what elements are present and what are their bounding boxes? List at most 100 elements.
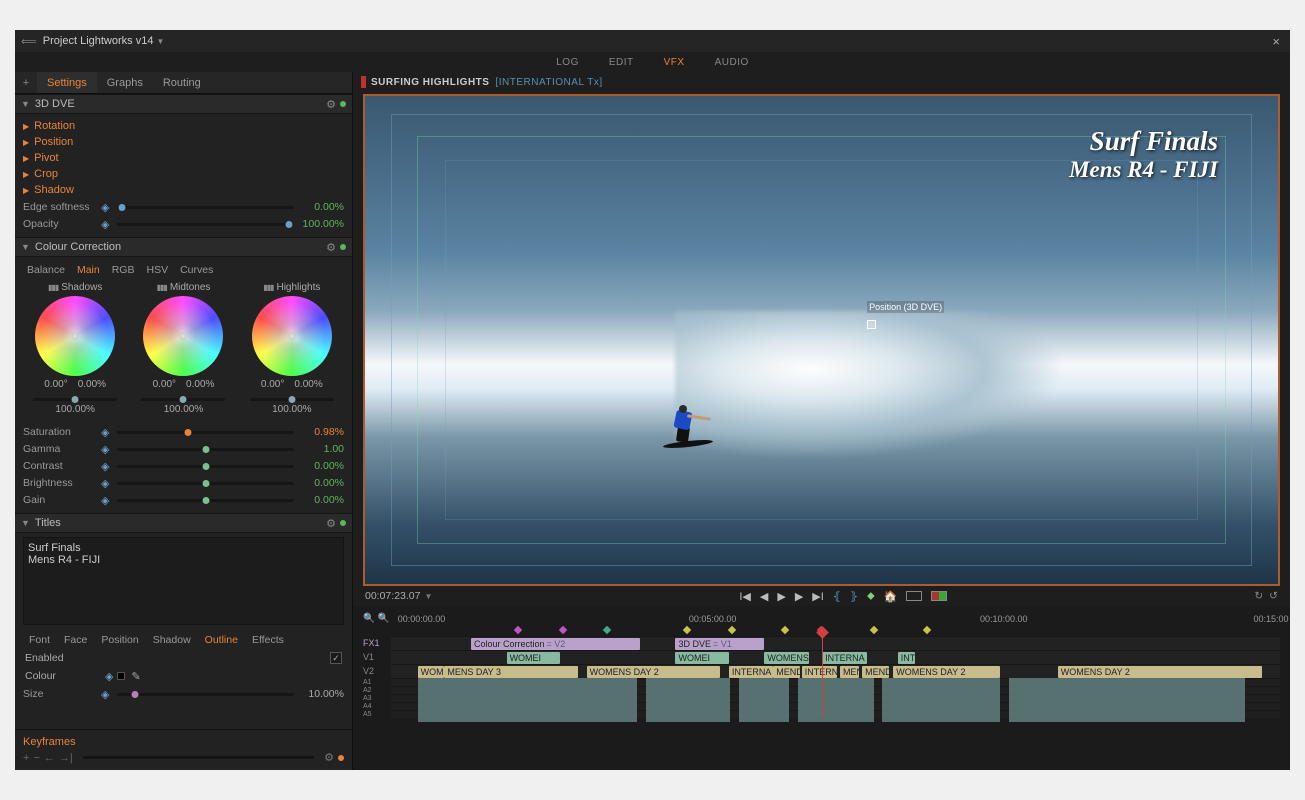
gear-icon[interactable]: ⚙ (326, 98, 336, 111)
clip[interactable]: WOMENS DAY 2 (587, 666, 720, 678)
panel-cc-header[interactable]: ▼ Colour Correction ⚙ (15, 237, 352, 257)
track-label-a5[interactable]: A5 (363, 710, 391, 718)
keyframe-track[interactable] (83, 756, 314, 759)
track-label-a2[interactable]: A2 (363, 686, 391, 694)
keyframe-icon[interactable]: ◈ (101, 443, 113, 456)
titles-tab-font[interactable]: Font (29, 634, 50, 646)
colour-wheel[interactable] (143, 296, 223, 376)
playhead[interactable] (822, 636, 823, 718)
step-fwd-icon[interactable]: ▶ (795, 590, 803, 603)
titles-tab-effects[interactable]: Effects (252, 634, 284, 646)
marker-icon[interactable]: ⬥ (867, 590, 875, 603)
enabled-dot[interactable] (340, 520, 346, 526)
clip[interactable]: WOMENS DAY 2 (893, 666, 1000, 678)
project-title[interactable]: Project Lightworks v14 (43, 35, 154, 47)
keyframe-icon[interactable]: ◈ (101, 460, 113, 473)
brightness-slider[interactable] (117, 482, 294, 485)
keyframe-icon[interactable]: ◈ (101, 688, 113, 701)
gain-slider[interactable] (250, 398, 334, 401)
dropdown-icon[interactable]: ▼ (424, 592, 432, 601)
clip[interactable]: INTERNA (802, 666, 838, 678)
goto-end-icon[interactable]: ▶I (812, 590, 824, 603)
back-icon[interactable]: ⟸ (21, 35, 37, 48)
enabled-dot[interactable] (340, 101, 346, 107)
panel-3d-dve-header[interactable]: ▼ 3D DVE ⚙ (15, 94, 352, 114)
cc-tab-curves[interactable]: Curves (180, 264, 213, 276)
keyframe-icon[interactable]: ◈ (105, 670, 113, 683)
titles-tab-outline[interactable]: Outline (205, 634, 238, 646)
loop-range-icon[interactable]: ↺ (1269, 590, 1278, 602)
step-back-icon[interactable]: ◀ (760, 590, 768, 603)
colour-swatch[interactable] (117, 672, 125, 680)
track-area[interactable]: Colour Correction= V2 3D DVE= V1 WOMEI WOM… (391, 636, 1280, 718)
clip[interactable]: INT (898, 652, 916, 664)
clip[interactable]: WOMENS (764, 652, 808, 664)
mark-out-icon[interactable]: ⦄ (850, 590, 858, 603)
tab-routing[interactable]: Routing (153, 72, 211, 93)
dve-rotation[interactable]: ▶Rotation (23, 118, 344, 134)
clip[interactable]: INTERNA (729, 666, 773, 678)
titles-text-input[interactable] (23, 537, 344, 625)
histogram-icon[interactable]: ▮▮▮ (48, 283, 58, 292)
clip[interactable]: WOMEI (675, 652, 728, 664)
clip[interactable]: MEND (773, 666, 800, 678)
clip[interactable]: Colour Correction= V2 (471, 638, 640, 650)
view-mode-1-icon[interactable] (906, 591, 922, 601)
track-label-fx1[interactable]: FX1 (363, 636, 391, 650)
clip[interactable]: 3D DVE= V1 (675, 638, 764, 650)
time-ruler[interactable]: 🔍 🔍 00:00:00.00 00:05:00.00 00:10:00.00 … (363, 610, 1280, 626)
titles-tab-face[interactable]: Face (64, 634, 87, 646)
title-overlay[interactable]: Surf Finals Mens R4 - FIJI (1069, 126, 1218, 183)
keyframe-icon[interactable]: ◈ (101, 494, 113, 507)
tab-settings[interactable]: Settings (37, 72, 97, 93)
mode-audio[interactable]: AUDIO (711, 54, 753, 71)
play-icon[interactable]: ▶ (777, 590, 785, 603)
track-label-a3[interactable]: A3 (363, 694, 391, 702)
video-viewer[interactable]: Position (3D DVE) Surf Finals Mens R4 - … (363, 94, 1280, 586)
gear-icon[interactable]: ⚙ (326, 241, 336, 254)
track-label-v2[interactable]: V2 (363, 664, 391, 678)
keyframe-icon[interactable]: ◈ (101, 477, 113, 490)
close-button[interactable]: × (1268, 34, 1284, 49)
gain-slider[interactable] (141, 398, 225, 401)
add-effect-button[interactable]: + (15, 77, 37, 89)
track-label-a4[interactable]: A4 (363, 702, 391, 710)
keyframe-icon[interactable]: ◈ (101, 201, 113, 214)
kf-dot-icon[interactable] (338, 755, 344, 761)
kf-prev-icon[interactable]: ← (44, 752, 55, 764)
mark-in-icon[interactable]: ⦃ (833, 590, 841, 603)
loop-icon[interactable]: ↻ (1254, 590, 1263, 602)
gear-icon[interactable]: ⚙ (324, 751, 334, 764)
cc-tab-hsv[interactable]: HSV (146, 264, 168, 276)
clip[interactable]: MEND (862, 666, 889, 678)
clip[interactable]: MENS DAY 3 (444, 666, 577, 678)
marker-lane[interactable] (391, 626, 1280, 636)
cc-tab-main[interactable]: Main (77, 264, 100, 276)
opacity-slider[interactable] (117, 223, 294, 226)
dve-pivot[interactable]: ▶Pivot (23, 150, 344, 166)
track-label-a1[interactable]: A1 (363, 678, 391, 686)
gain-slider[interactable] (33, 398, 117, 401)
clip[interactable]: WOMENS DAY 2 (1058, 666, 1262, 678)
keyframe-icon[interactable]: ◈ (101, 218, 113, 231)
zoom-out-icon[interactable]: 🔍 (378, 613, 390, 624)
position-handle[interactable] (867, 320, 876, 329)
clip[interactable]: WOMEI (507, 652, 560, 664)
mode-edit[interactable]: EDIT (605, 54, 638, 71)
mode-vfx[interactable]: VFX (660, 54, 689, 71)
goto-start-icon[interactable]: I◀ (739, 590, 751, 603)
keyframe-icon[interactable]: ◈ (101, 426, 113, 439)
dve-shadow[interactable]: ▶Shadow (23, 182, 344, 198)
cc-tab-rgb[interactable]: RGB (112, 264, 135, 276)
kf-remove-icon[interactable]: − (33, 752, 39, 764)
contrast-slider[interactable] (117, 465, 294, 468)
eyedropper-icon[interactable]: ✎ (131, 670, 140, 683)
record-icon[interactable]: 🏠 (884, 590, 898, 603)
panel-titles-header[interactable]: ▼ Titles ⚙ (15, 513, 352, 533)
cc-tab-balance[interactable]: Balance (27, 264, 65, 276)
titles-tab-position[interactable]: Position (101, 634, 138, 646)
track-label-v1[interactable]: V1 (363, 650, 391, 664)
dropdown-icon[interactable]: ▼ (156, 37, 164, 46)
dve-crop[interactable]: ▶Crop (23, 166, 344, 182)
clip[interactable]: WOM (418, 666, 445, 678)
